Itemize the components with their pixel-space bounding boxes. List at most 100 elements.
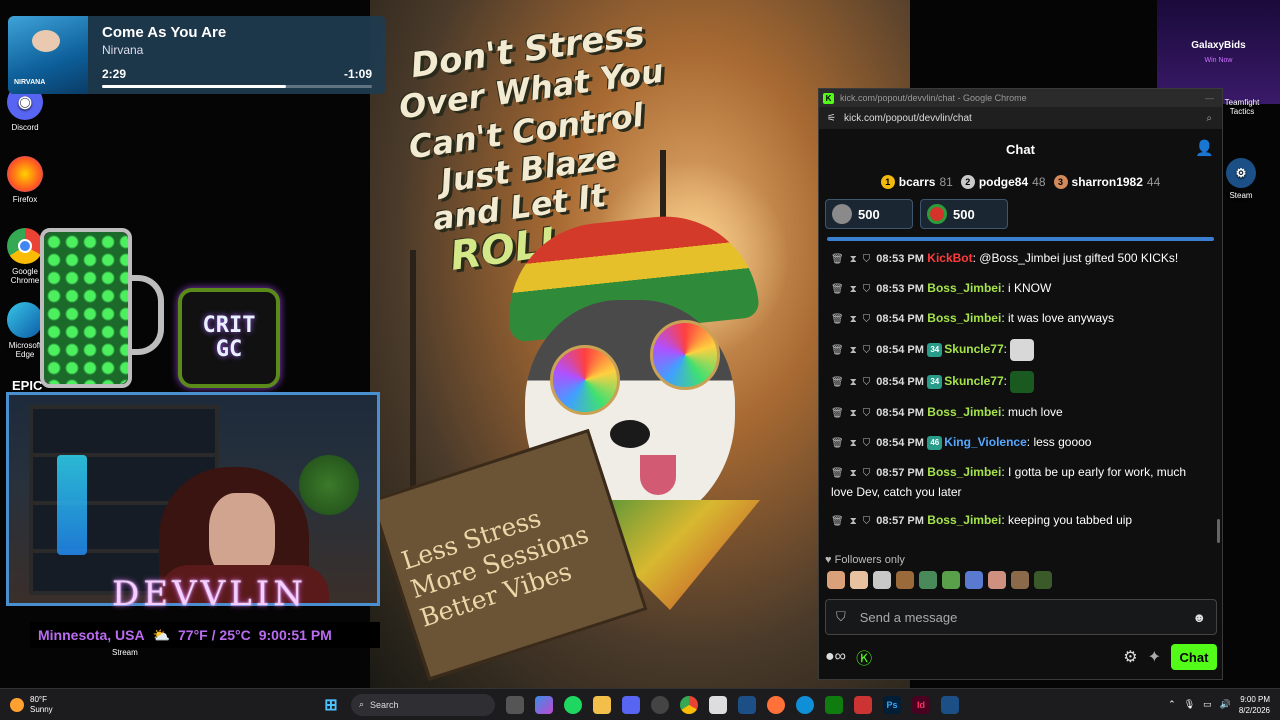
network-icon[interactable]: ▭	[1203, 699, 1212, 710]
timeout-icon[interactable]: ⧗	[850, 377, 857, 388]
indesign-icon[interactable]: Id	[912, 695, 930, 714]
window-title-bar[interactable]: K kick.com/popout/devvlin/chat - Google …	[819, 89, 1222, 107]
delete-icon[interactable]: 🗑	[831, 516, 844, 527]
delete-icon[interactable]: 🗑	[831, 377, 844, 388]
message-username[interactable]: KickBot	[927, 251, 972, 265]
chat-message[interactable]: 🗑 ⧗ ⛉ 08:54 PM Boss_Jimbei: much love	[831, 403, 1210, 423]
chevron-up-icon[interactable]: ⌃	[1168, 699, 1176, 710]
chat-message[interactable]: 🗑 ⧗ ⛉ 08:57 PM Boss_Jimbei: I gotta be up e…	[831, 463, 1210, 501]
chat-message[interactable]: 🗑 ⧗ ⛉ 08:54 PM 46 King_Violence: less goooo	[831, 433, 1210, 453]
taskbar-weather[interactable]: 80°F Sunny	[10, 695, 110, 715]
emote[interactable]	[919, 571, 937, 589]
microphone-icon[interactable]: 🎙	[1184, 699, 1195, 710]
desktop-icon-stream[interactable]: Stream	[112, 648, 138, 657]
leaderboard-entry[interactable]: 2 podge84 48	[960, 175, 1046, 189]
media-flyout[interactable]: NIRVANA Come As You Are Nirvana 2:29 -1:…	[8, 16, 386, 94]
emote[interactable]	[850, 571, 868, 589]
message-username[interactable]: King_Violence	[944, 435, 1026, 449]
copilot-icon[interactable]	[535, 695, 553, 714]
xbox-icon[interactable]	[825, 695, 843, 714]
pinned-gift[interactable]: 500	[920, 199, 1008, 229]
track-progress-bar[interactable]	[102, 85, 372, 88]
send-chat-button[interactable]: Chat	[1171, 644, 1217, 670]
discord-icon[interactable]	[622, 695, 640, 714]
windows-start-icon[interactable]: ⊞	[322, 696, 340, 714]
desktop-icon-teamfight[interactable]: Teamfight Tactics	[1224, 98, 1260, 116]
steam-icon[interactable]	[941, 695, 959, 714]
spotify-icon[interactable]	[564, 695, 582, 714]
emote[interactable]	[965, 571, 983, 589]
emoji-icon[interactable]: ☻	[1192, 610, 1206, 625]
timeout-icon[interactable]: ⧗	[850, 314, 857, 325]
timeout-icon[interactable]: ⧗	[850, 345, 857, 356]
emote[interactable]	[942, 571, 960, 589]
zoom-icon[interactable]: ⌕	[1206, 113, 1212, 124]
delete-icon[interactable]: 🗑	[831, 314, 844, 325]
delete-icon[interactable]: 🗑	[831, 345, 844, 356]
chat-message[interactable]: 🗑 ⧗ ⛉ 08:53 PM KickBot: @Boss_Jimbei just g…	[831, 249, 1210, 269]
message-username[interactable]: Boss_Jimbei	[927, 281, 1001, 295]
site-settings-icon[interactable]: ⚟	[827, 113, 836, 124]
ban-icon[interactable]: ⛉	[863, 438, 871, 449]
delete-icon[interactable]: 🗑	[831, 468, 844, 479]
chat-scrollbar[interactable]	[1217, 519, 1220, 543]
ban-icon[interactable]: ⛉	[863, 468, 871, 479]
chat-message[interactable]: 🗑 ⧗ ⛉ 08:54 PM 34 Skuncle77:	[831, 339, 1210, 361]
edge-icon[interactable]	[796, 695, 814, 714]
ban-icon[interactable]: ⛉	[863, 284, 871, 295]
timeout-icon[interactable]: ⧗	[850, 254, 857, 265]
delete-icon[interactable]: 🗑	[831, 438, 844, 449]
timeout-icon[interactable]: ⧗	[850, 438, 857, 449]
chat-message[interactable]: 🗑 ⧗ ⛉ 08:57 PM Boss_Jimbei: keeping you tab…	[831, 511, 1210, 531]
message-username[interactable]: Skuncle77	[944, 342, 1003, 356]
message-username[interactable]: Boss_Jimbei	[927, 513, 1001, 527]
ban-icon[interactable]: ⛉	[863, 254, 871, 265]
pinned-gift[interactable]: 500	[825, 199, 913, 229]
address-bar[interactable]: ⚟ kick.com/popout/devvlin/chat ⌕	[819, 107, 1222, 129]
minimize-icon[interactable]: —	[1205, 93, 1214, 103]
ban-icon[interactable]: ⛉	[863, 516, 871, 527]
obs-icon[interactable]	[651, 695, 669, 714]
chat-message[interactable]: 🗑 ⧗ ⛉ 08:53 PM Boss_Jimbei: i KNOW	[831, 279, 1210, 299]
timeout-icon[interactable]: ⧗	[850, 516, 857, 527]
volume-icon[interactable]: 🔊	[1220, 699, 1231, 710]
firefox-icon[interactable]	[767, 695, 785, 714]
emote[interactable]	[1011, 571, 1029, 589]
chat-message-input[interactable]: ⛉ Send a message ☻	[825, 599, 1217, 635]
kick-coin-icon[interactable]: Ⓚ	[856, 645, 872, 669]
taskbar-clock[interactable]: 9:00 PM 8/2/2026	[1239, 694, 1270, 716]
settings-icon[interactable]: ⚙	[1123, 647, 1137, 667]
delete-icon[interactable]: 🗑	[831, 254, 844, 265]
timeout-icon[interactable]: ⧗	[850, 284, 857, 295]
timeout-icon[interactable]: ⧗	[850, 468, 857, 479]
emote[interactable]	[896, 571, 914, 589]
ban-icon[interactable]: ⛉	[863, 377, 871, 388]
emote[interactable]	[1034, 571, 1052, 589]
message-username[interactable]: Skuncle77	[944, 374, 1003, 388]
timeout-icon[interactable]: ⧗	[850, 408, 857, 419]
leaderboard-entry[interactable]: 3 sharron1982 44	[1053, 175, 1160, 189]
epic-games-icon[interactable]: EPIC	[12, 378, 42, 393]
photoshop-icon[interactable]: Ps	[883, 695, 901, 714]
users-icon[interactable]: 👤	[1195, 139, 1214, 157]
desktop-icon-firefox[interactable]: Firefox	[0, 156, 50, 204]
notepad-icon[interactable]	[709, 695, 727, 714]
delete-icon[interactable]: 🗑	[831, 284, 844, 295]
ban-icon[interactable]: ⛉	[863, 345, 871, 356]
taskbar-search[interactable]: ⌕ Search	[351, 693, 495, 716]
message-username[interactable]: Boss_Jimbei	[927, 405, 1001, 419]
emote[interactable]	[873, 571, 891, 589]
message-username[interactable]: Boss_Jimbei	[927, 465, 1001, 479]
ban-icon[interactable]: ⛉	[863, 408, 871, 419]
message-username[interactable]: Boss_Jimbei	[927, 311, 1001, 325]
chrome-icon[interactable]	[680, 695, 698, 714]
desktop-icon-steam[interactable]: ⚙ Steam	[1220, 158, 1262, 200]
ban-icon[interactable]: ⛉	[863, 314, 871, 325]
snipping-tool-icon[interactable]	[854, 695, 872, 714]
emote[interactable]	[988, 571, 1006, 589]
emote[interactable]	[827, 571, 845, 589]
leaderboard-entry[interactable]: 1 bcarrs 81	[880, 175, 953, 189]
steam-icon[interactable]	[738, 695, 756, 714]
chat-message[interactable]: 🗑 ⧗ ⛉ 08:54 PM 34 Skuncle77:	[831, 371, 1210, 393]
extension-icon[interactable]: ✦	[1148, 647, 1161, 667]
